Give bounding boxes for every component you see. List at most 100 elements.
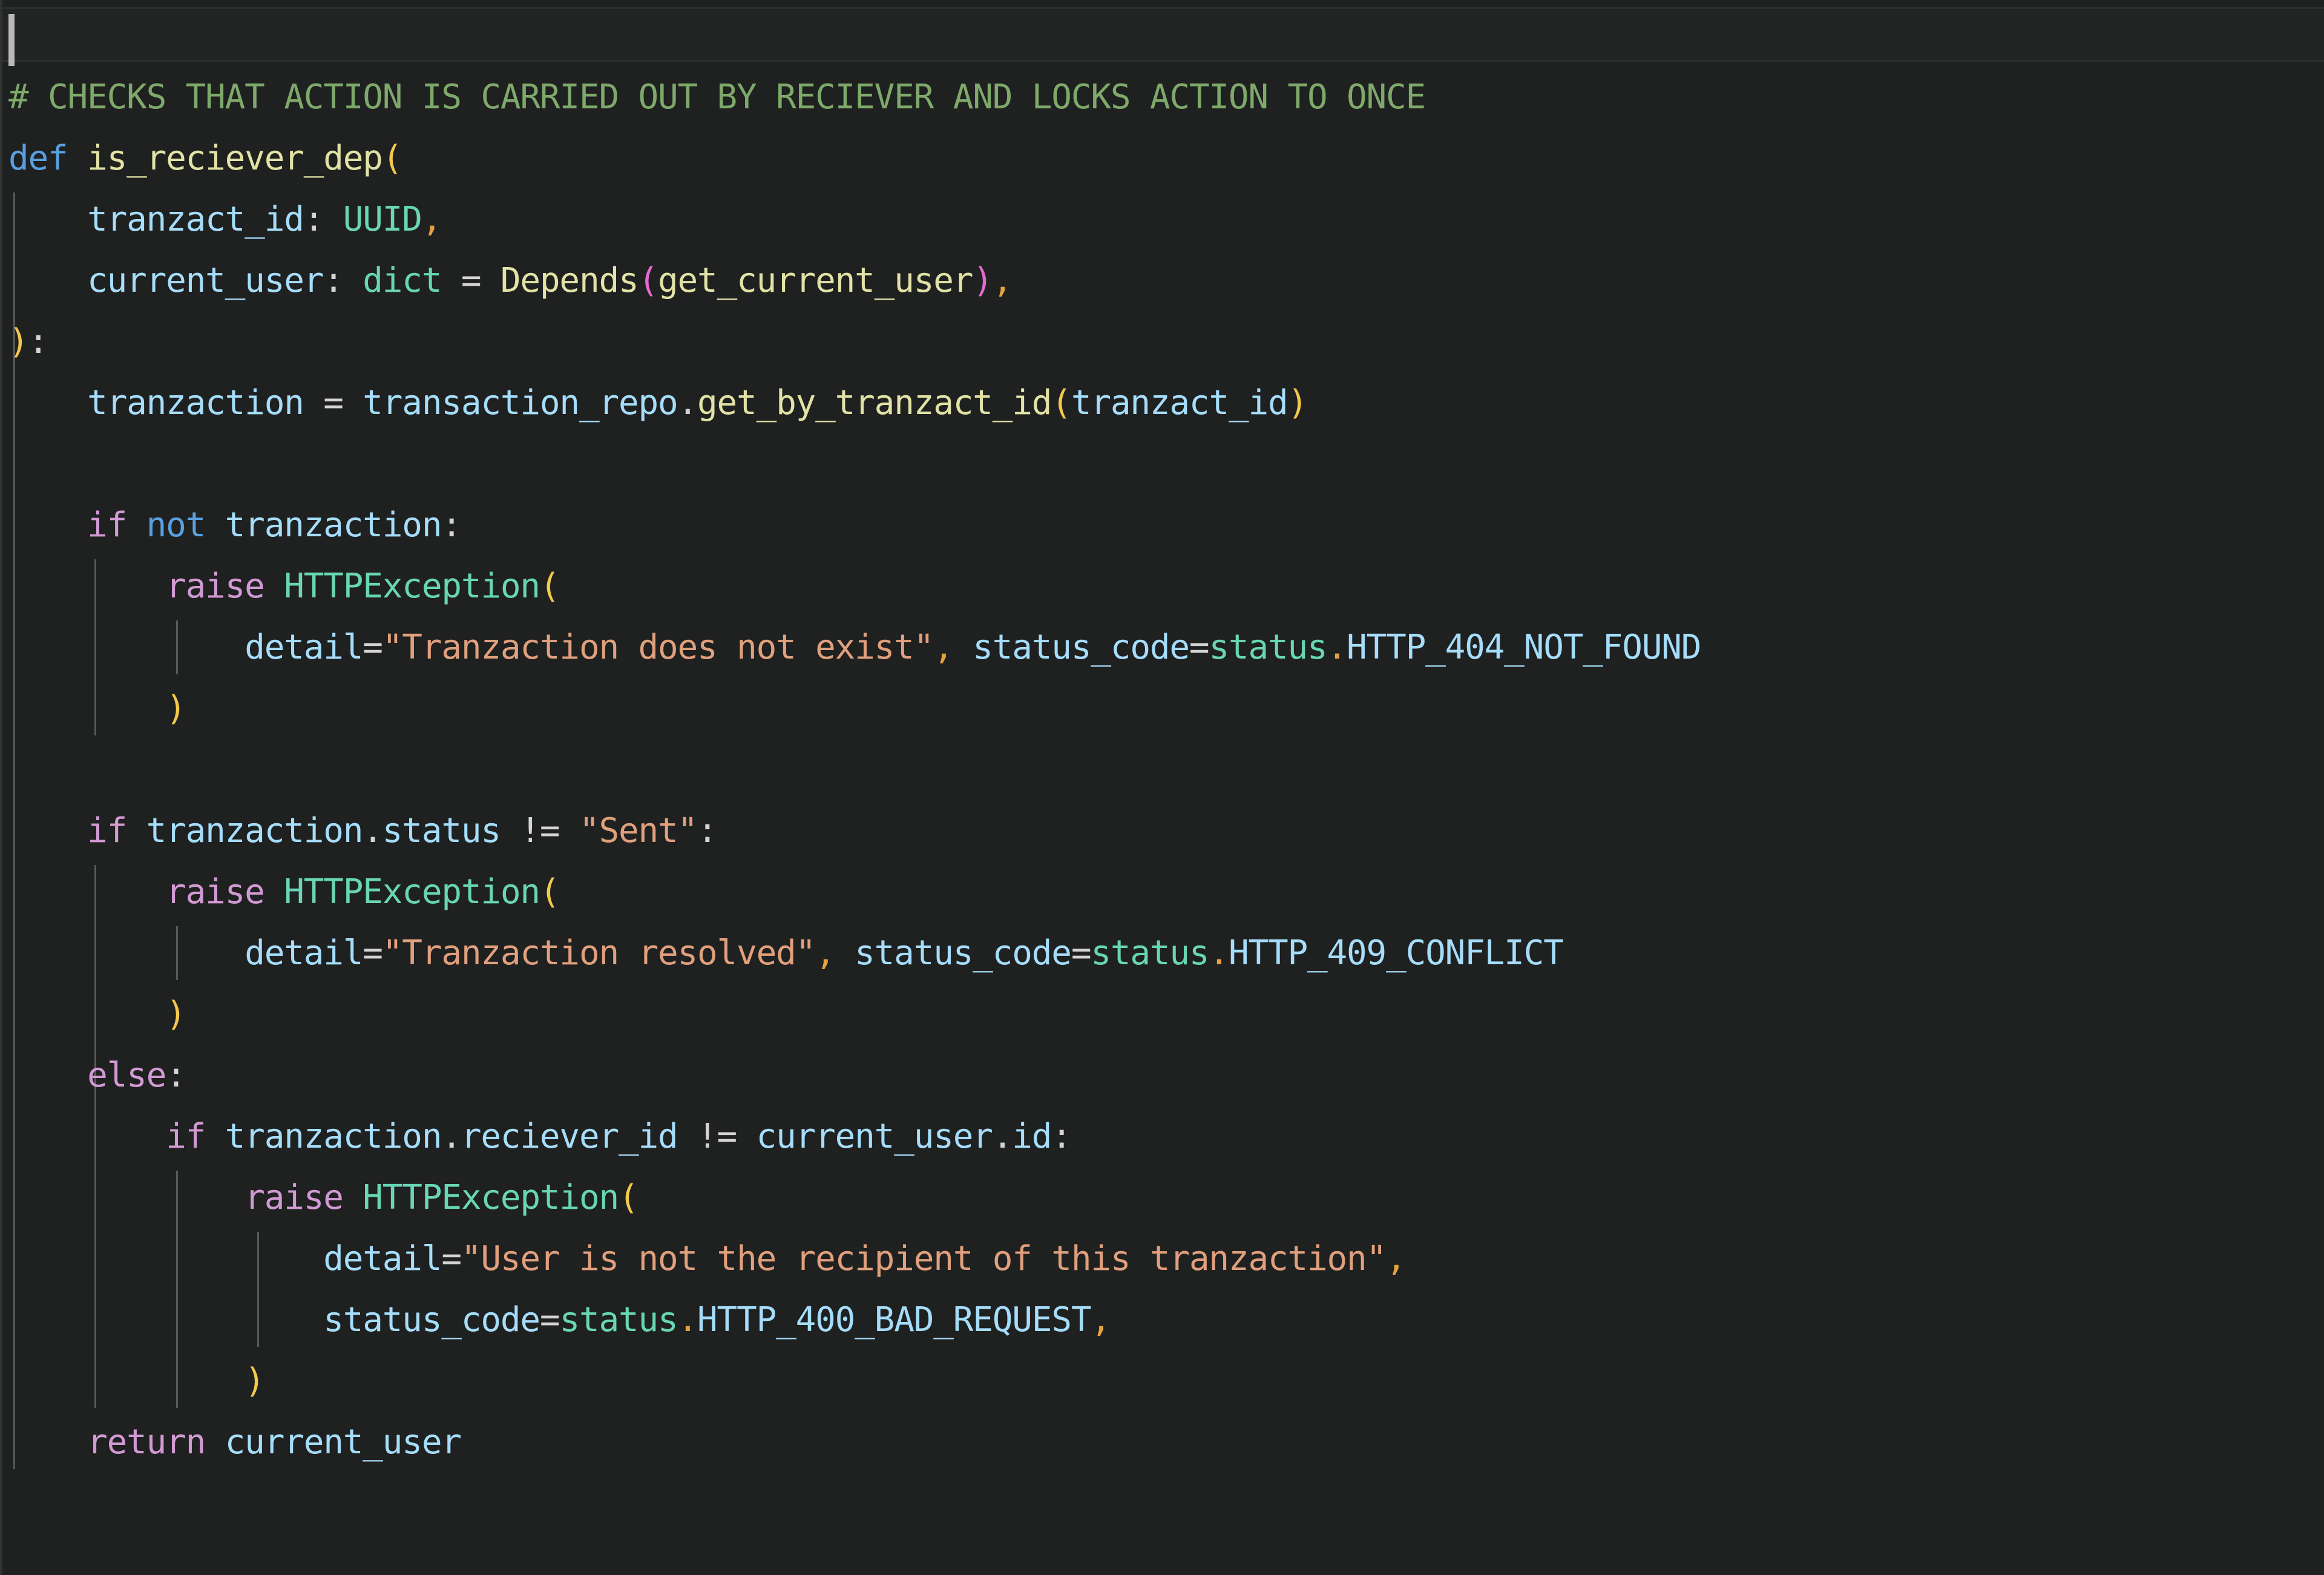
code-line-text: raise HTTPException( <box>8 872 560 912</box>
code-token: status_code <box>973 628 1190 667</box>
code-line-text: if tranzaction.status != "Sent": <box>8 811 718 850</box>
code-token: = <box>1189 628 1210 667</box>
code-editor[interactable]: # CHECKS THAT ACTION IS CARRIED OUT BY R… <box>0 0 2324 1575</box>
current-line-highlight <box>2 7 2324 66</box>
code-line[interactable]: else: <box>2 1045 2324 1106</box>
code-line[interactable]: detail="Tranzaction resolved", status_co… <box>2 922 2324 984</box>
code-line[interactable]: ) <box>2 984 2324 1045</box>
code-token: status_code <box>855 933 1072 973</box>
code-line-text: current_user: dict = Depends(get_current… <box>8 261 1013 300</box>
code-token: = <box>363 933 383 973</box>
code-line[interactable]: detail="User is not the recipient of thi… <box>2 1228 2324 1289</box>
code-token: if <box>87 811 127 850</box>
code-line-text: def is_reciever_dep( <box>8 139 402 178</box>
code-line-text: ) <box>8 689 186 728</box>
code-token: if <box>166 1117 206 1156</box>
code-token: Depends <box>500 261 639 300</box>
code-token: ( <box>638 261 659 300</box>
code-token: = <box>539 1300 560 1340</box>
code-line[interactable]: if tranzaction.reciever_id != current_us… <box>2 1106 2324 1167</box>
code-token: . <box>363 811 383 850</box>
code-token: status <box>1091 933 1209 973</box>
code-token: tranzaction <box>225 505 442 545</box>
code-token: get_current_user <box>658 261 973 300</box>
code-token: status <box>559 1300 678 1340</box>
code-line[interactable]: return current_user <box>2 1412 2324 1473</box>
code-line[interactable]: if tranzaction.status != "Sent": <box>2 800 2324 861</box>
code-token: return <box>87 1422 206 1462</box>
code-token: "Tranzaction resolved" <box>382 933 816 973</box>
code-line[interactable]: ) <box>2 1350 2324 1412</box>
code-line[interactable]: raise HTTPException( <box>2 861 2324 922</box>
code-token: def <box>8 139 68 178</box>
code-token: . <box>992 1117 1013 1156</box>
code-line[interactable]: tranzaction = transaction_repo.get_by_tr… <box>2 372 2324 433</box>
code-token: tranzaction <box>146 811 364 850</box>
code-line[interactable]: raise HTTPException( <box>2 556 2324 617</box>
code-token: detail <box>245 933 363 973</box>
code-line[interactable]: status_code=status.HTTP_400_BAD_REQUEST, <box>2 1289 2324 1350</box>
code-line[interactable] <box>2 739 2324 800</box>
code-token: ( <box>382 139 403 178</box>
code-token: ) <box>973 261 993 300</box>
code-line-text: raise HTTPException( <box>8 1178 638 1217</box>
code-line[interactable]: ): <box>2 311 2324 372</box>
code-line-text: ) <box>8 995 186 1034</box>
code-token: = <box>363 628 383 667</box>
code-token: , <box>421 200 442 239</box>
code-line-text: if tranzaction.reciever_id != current_us… <box>8 1117 1072 1156</box>
code-token: id <box>1012 1117 1052 1156</box>
code-line-text: ) <box>8 1361 265 1401</box>
code-token: ( <box>539 872 560 912</box>
code-line[interactable]: def is_reciever_dep( <box>2 128 2324 189</box>
code-token: : <box>323 261 344 300</box>
code-line-text: tranzact_id: UUID, <box>8 200 442 239</box>
code-line[interactable]: if not tranzaction: <box>2 495 2324 556</box>
code-line[interactable]: current_user: dict = Depends(get_current… <box>2 250 2324 311</box>
code-line[interactable]: ) <box>2 678 2324 739</box>
text-caret <box>8 14 15 66</box>
code-line-text: else: <box>8 1056 186 1095</box>
code-token: current_user <box>756 1117 993 1156</box>
code-token: != <box>697 1117 737 1156</box>
code-token: tranzact_id <box>87 200 304 239</box>
code-token: status_code <box>323 1300 540 1340</box>
code-token: : <box>441 505 462 545</box>
code-line-text: return current_user <box>8 1422 462 1462</box>
code-line[interactable]: raise HTTPException( <box>2 1167 2324 1228</box>
code-token: . <box>441 1117 462 1156</box>
code-token: ) <box>166 995 186 1034</box>
code-token: HTTPException <box>284 872 540 912</box>
code-token: status <box>382 811 501 850</box>
code-token: : <box>697 811 718 850</box>
code-token: detail <box>245 628 363 667</box>
code-token: # CHECKS THAT ACTION IS CARRIED OUT BY R… <box>8 77 1426 117</box>
code-content[interactable]: # CHECKS THAT ACTION IS CARRIED OUT BY R… <box>2 67 2324 1473</box>
code-token: : <box>166 1056 186 1095</box>
code-token: , <box>933 628 954 667</box>
code-line[interactable]: detail="Tranzaction does not exist", sta… <box>2 617 2324 678</box>
code-token: : <box>28 322 49 361</box>
code-token: raise <box>245 1178 344 1217</box>
code-line[interactable]: # CHECKS THAT ACTION IS CARRIED OUT BY R… <box>2 67 2324 128</box>
code-token: ) <box>166 689 186 728</box>
code-token: detail <box>323 1239 442 1278</box>
code-line[interactable]: tranzact_id: UUID, <box>2 189 2324 250</box>
code-line[interactable] <box>2 433 2324 495</box>
code-line-text: tranzaction = transaction_repo.get_by_tr… <box>8 383 1308 423</box>
code-line-text: ): <box>8 322 48 361</box>
code-token: tranzact_id <box>1071 383 1288 423</box>
code-line-text: # CHECKS THAT ACTION IS CARRIED OUT BY R… <box>8 77 1426 117</box>
